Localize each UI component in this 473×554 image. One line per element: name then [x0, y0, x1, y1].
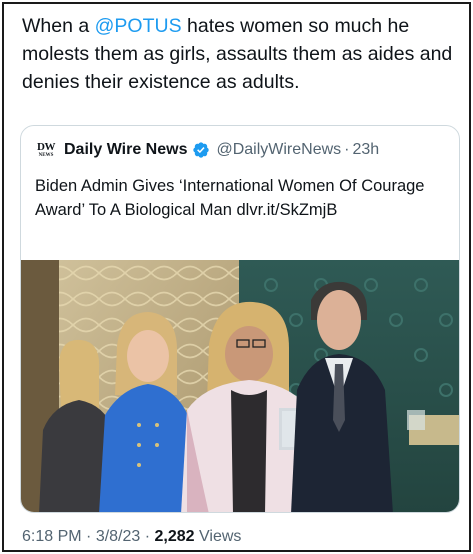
avatar-logo-subtext: NEWS	[38, 153, 54, 158]
tweet-time[interactable]: 6:18 PM	[22, 528, 82, 545]
meta-separator-1: ·	[81, 528, 96, 545]
tweet-text: When a @POTUS hates women so much he mol…	[22, 12, 462, 96]
meta-separator-2: ·	[140, 528, 155, 545]
screenshot-frame: When a @POTUS hates women so much he mol…	[2, 2, 471, 552]
views-label: Views	[194, 528, 242, 545]
award-ceremony-photo	[21, 260, 459, 512]
header-separator: ·	[344, 141, 350, 158]
tweet-meta: 6:18 PM · 3/8/23 · 2,282 Views	[22, 528, 241, 546]
verified-badge-icon	[192, 141, 210, 159]
quoted-author-name[interactable]: Daily Wire News	[64, 141, 187, 159]
tweet-text-start: When a	[22, 15, 95, 37]
quoted-tweet-time[interactable]: 23h	[353, 141, 380, 159]
quoted-tweet-text: Biden Admin Gives ‘International Women O…	[35, 177, 425, 219]
avatar-logo-text: DW	[37, 141, 55, 153]
views-count: 2,282	[154, 528, 195, 545]
quoted-tweet[interactable]: DW NEWS Daily Wire News @DailyWireNews ·…	[20, 125, 460, 513]
quoted-tweet-photo[interactable]	[21, 260, 459, 512]
daily-wire-avatar[interactable]: DW NEWS	[35, 139, 57, 161]
tweet-date[interactable]: 3/8/23	[96, 528, 140, 545]
quoted-tweet-header: DW NEWS Daily Wire News @DailyWireNews ·…	[35, 138, 379, 162]
potus-mention-link[interactable]: @POTUS	[95, 15, 182, 37]
quoted-author-handle[interactable]: @DailyWireNews	[216, 141, 341, 159]
